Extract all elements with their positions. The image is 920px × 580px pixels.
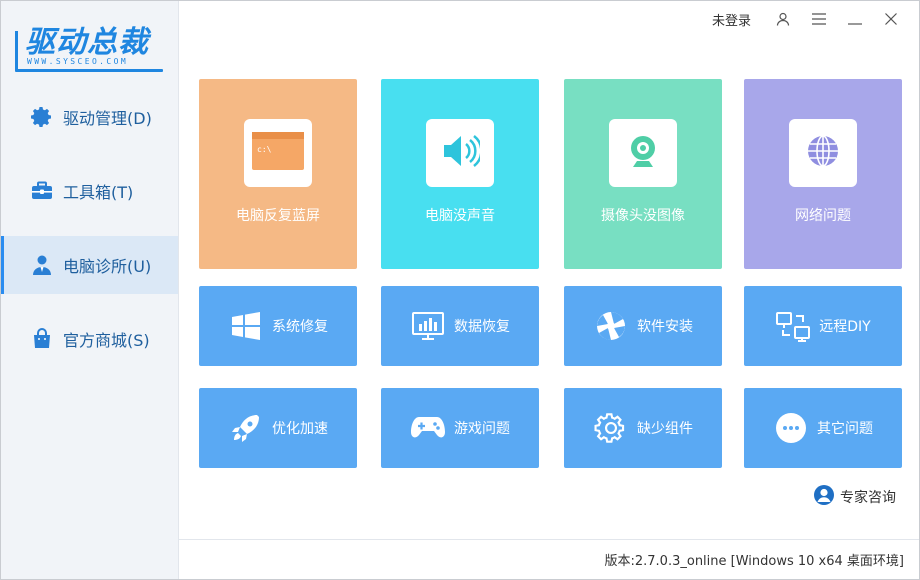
app-window: 驱动总裁 WWW.SYSCEO.COM 驱动管理(D) 工具箱(T) 电脑诊所(… xyxy=(0,0,920,580)
sidebar-item-label: 驱动管理(D) xyxy=(63,109,152,128)
aperture-icon xyxy=(593,308,629,344)
consultant-icon xyxy=(813,484,835,510)
tile-label: 数据恢复 xyxy=(454,319,510,335)
tile-label: 远程DIY xyxy=(819,319,871,335)
tile-bluescreen[interactable]: c:\ 电脑反复蓝屏 xyxy=(199,79,357,269)
tile-missing-components[interactable]: 缺少组件 xyxy=(564,388,722,468)
tile-optimize[interactable]: 优化加速 xyxy=(199,388,357,468)
logo-title: 驱动总裁 xyxy=(25,25,149,60)
tile-label: 其它问题 xyxy=(817,421,873,437)
webcam-icon xyxy=(623,131,663,175)
gear-icon xyxy=(29,104,55,130)
user-icon[interactable] xyxy=(765,7,801,31)
doctor-icon xyxy=(29,252,55,278)
tile-other-issues[interactable]: 其它问题 xyxy=(744,388,902,468)
tile-webcam[interactable]: 摄像头没图像 xyxy=(564,79,722,269)
more-dots-icon xyxy=(773,410,809,446)
svg-text:c:\: c:\ xyxy=(257,145,272,154)
toolbox-icon xyxy=(29,178,55,204)
sidebar-item-toolbox[interactable]: 工具箱(T) xyxy=(1,162,178,220)
sidebar-item-label: 官方商城(S) xyxy=(63,331,150,350)
tile-label: 优化加速 xyxy=(272,421,328,437)
gamepad-icon xyxy=(410,410,446,446)
speaker-icon xyxy=(440,131,483,175)
tile-label: 缺少组件 xyxy=(637,421,693,437)
monitor-chart-icon xyxy=(410,308,446,344)
status-bar: 版本:2.7.0.3_online [Windows 10 x64 桌面环境] xyxy=(179,539,919,579)
tile-network[interactable]: 网络问题 xyxy=(744,79,902,269)
minimize-icon[interactable] xyxy=(837,7,873,31)
windows-logo-icon xyxy=(228,308,264,344)
logo-subtitle: WWW.SYSCEO.COM xyxy=(27,57,129,66)
login-status[interactable]: 未登录 xyxy=(712,10,751,29)
logo-bar xyxy=(15,31,163,72)
close-icon[interactable] xyxy=(873,7,909,31)
tile-system-repair[interactable]: 系统修复 xyxy=(199,286,357,366)
sidebar-item-label: 电脑诊所(U) xyxy=(63,257,152,276)
tile-icon-box xyxy=(426,119,494,187)
app-logo: 驱动总裁 WWW.SYSCEO.COM xyxy=(15,17,165,75)
shopping-bag-icon xyxy=(29,326,55,352)
globe-icon xyxy=(805,133,841,173)
sidebar-item-label: 工具箱(T) xyxy=(63,183,134,202)
sidebar-item-driver-management[interactable]: 驱动管理(D) xyxy=(1,88,178,146)
version-info: 版本:2.7.0.3_online [Windows 10 x64 桌面环境] xyxy=(604,554,905,569)
bluescreen-window-icon: c:\ xyxy=(252,132,304,174)
tile-icon-box: c:\ xyxy=(244,119,312,187)
tile-icon-box xyxy=(609,119,677,187)
expert-consult-label: 专家咨询 xyxy=(840,490,896,506)
tile-label: 电脑没声音 xyxy=(425,208,495,224)
tile-label: 系统修复 xyxy=(272,319,328,335)
remote-screens-icon xyxy=(775,308,811,344)
sidebar-item-official-store[interactable]: 官方商城(S) xyxy=(1,310,178,368)
tile-label: 软件安装 xyxy=(637,319,693,335)
tile-software-install[interactable]: 软件安装 xyxy=(564,286,722,366)
tile-label: 摄像头没图像 xyxy=(601,208,685,224)
tile-game-issues[interactable]: 游戏问题 xyxy=(381,388,539,468)
tile-label: 电脑反复蓝屏 xyxy=(236,208,320,224)
title-bar: 未登录 xyxy=(712,7,909,31)
rocket-icon xyxy=(228,410,264,446)
tile-no-sound[interactable]: 电脑没声音 xyxy=(381,79,539,269)
tile-remote-diy[interactable]: 远程DIY xyxy=(744,286,902,366)
tile-data-recovery[interactable]: 数据恢复 xyxy=(381,286,539,366)
sidebar-item-pc-clinic[interactable]: 电脑诊所(U) xyxy=(1,236,178,294)
tile-icon-box xyxy=(789,119,857,187)
gear-outline-icon xyxy=(593,410,629,446)
sidebar: 驱动总裁 WWW.SYSCEO.COM 驱动管理(D) 工具箱(T) 电脑诊所(… xyxy=(1,1,179,579)
expert-consult-button[interactable]: 专家咨询 xyxy=(813,484,896,510)
tile-label: 网络问题 xyxy=(795,208,851,224)
tile-label: 游戏问题 xyxy=(454,421,510,437)
menu-icon[interactable] xyxy=(801,7,837,31)
